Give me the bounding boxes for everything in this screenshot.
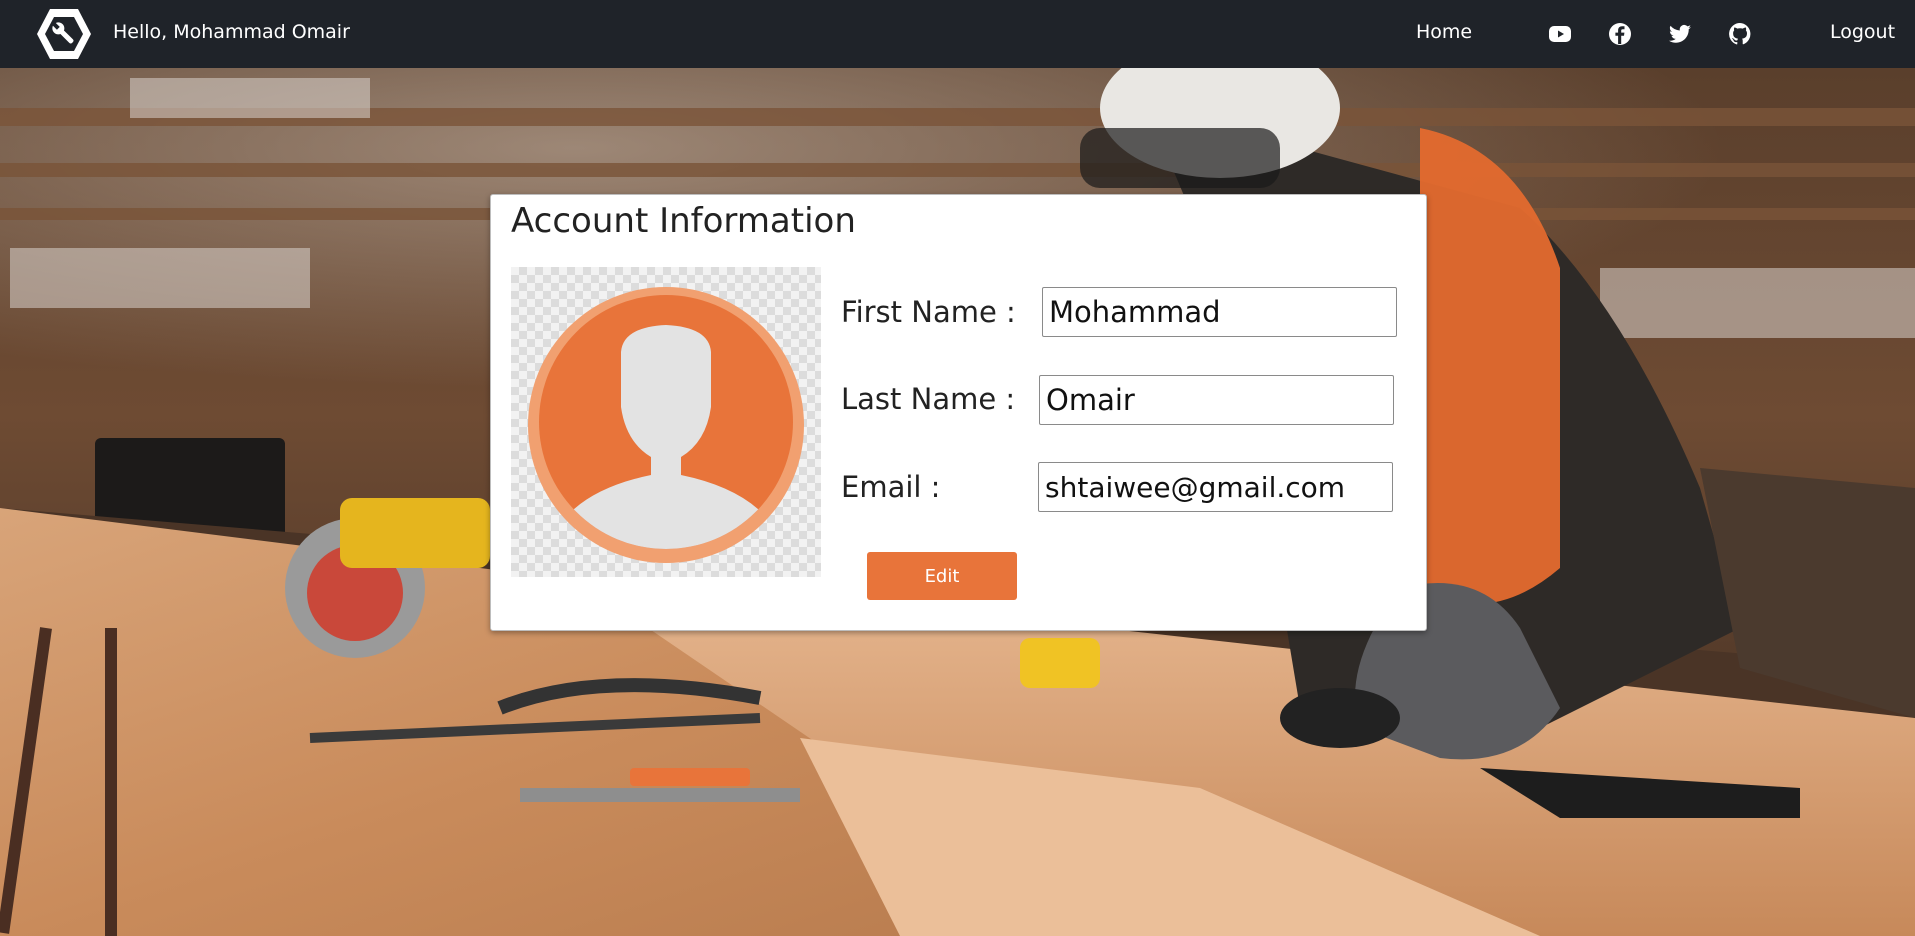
youtube-icon[interactable] bbox=[1548, 22, 1572, 46]
wrench-logo-icon bbox=[37, 9, 91, 59]
email-label: Email : bbox=[841, 470, 941, 504]
default-user-avatar-icon bbox=[528, 287, 804, 563]
app-logo[interactable] bbox=[36, 8, 92, 60]
top-navbar: Hello, Mohammad Omair Home Logout bbox=[0, 0, 1915, 68]
twitter-icon[interactable] bbox=[1668, 22, 1692, 46]
logout-link[interactable]: Logout bbox=[1830, 21, 1895, 43]
github-icon[interactable] bbox=[1728, 22, 1752, 46]
last-name-label: Last Name : bbox=[841, 382, 1016, 416]
last-name-input[interactable] bbox=[1039, 375, 1394, 425]
first-name-label: First Name : bbox=[841, 295, 1016, 329]
card-title: Account Information bbox=[511, 201, 856, 241]
facebook-icon[interactable] bbox=[1608, 22, 1632, 46]
email-input[interactable] bbox=[1038, 462, 1393, 512]
account-information-card: Account Information First Name : Last Na… bbox=[490, 194, 1427, 631]
profile-avatar bbox=[511, 267, 821, 577]
nav-home-link[interactable]: Home bbox=[1416, 21, 1472, 43]
edit-button[interactable]: Edit bbox=[867, 552, 1017, 600]
user-greeting: Hello, Mohammad Omair bbox=[113, 21, 350, 43]
first-name-input[interactable] bbox=[1042, 287, 1397, 337]
